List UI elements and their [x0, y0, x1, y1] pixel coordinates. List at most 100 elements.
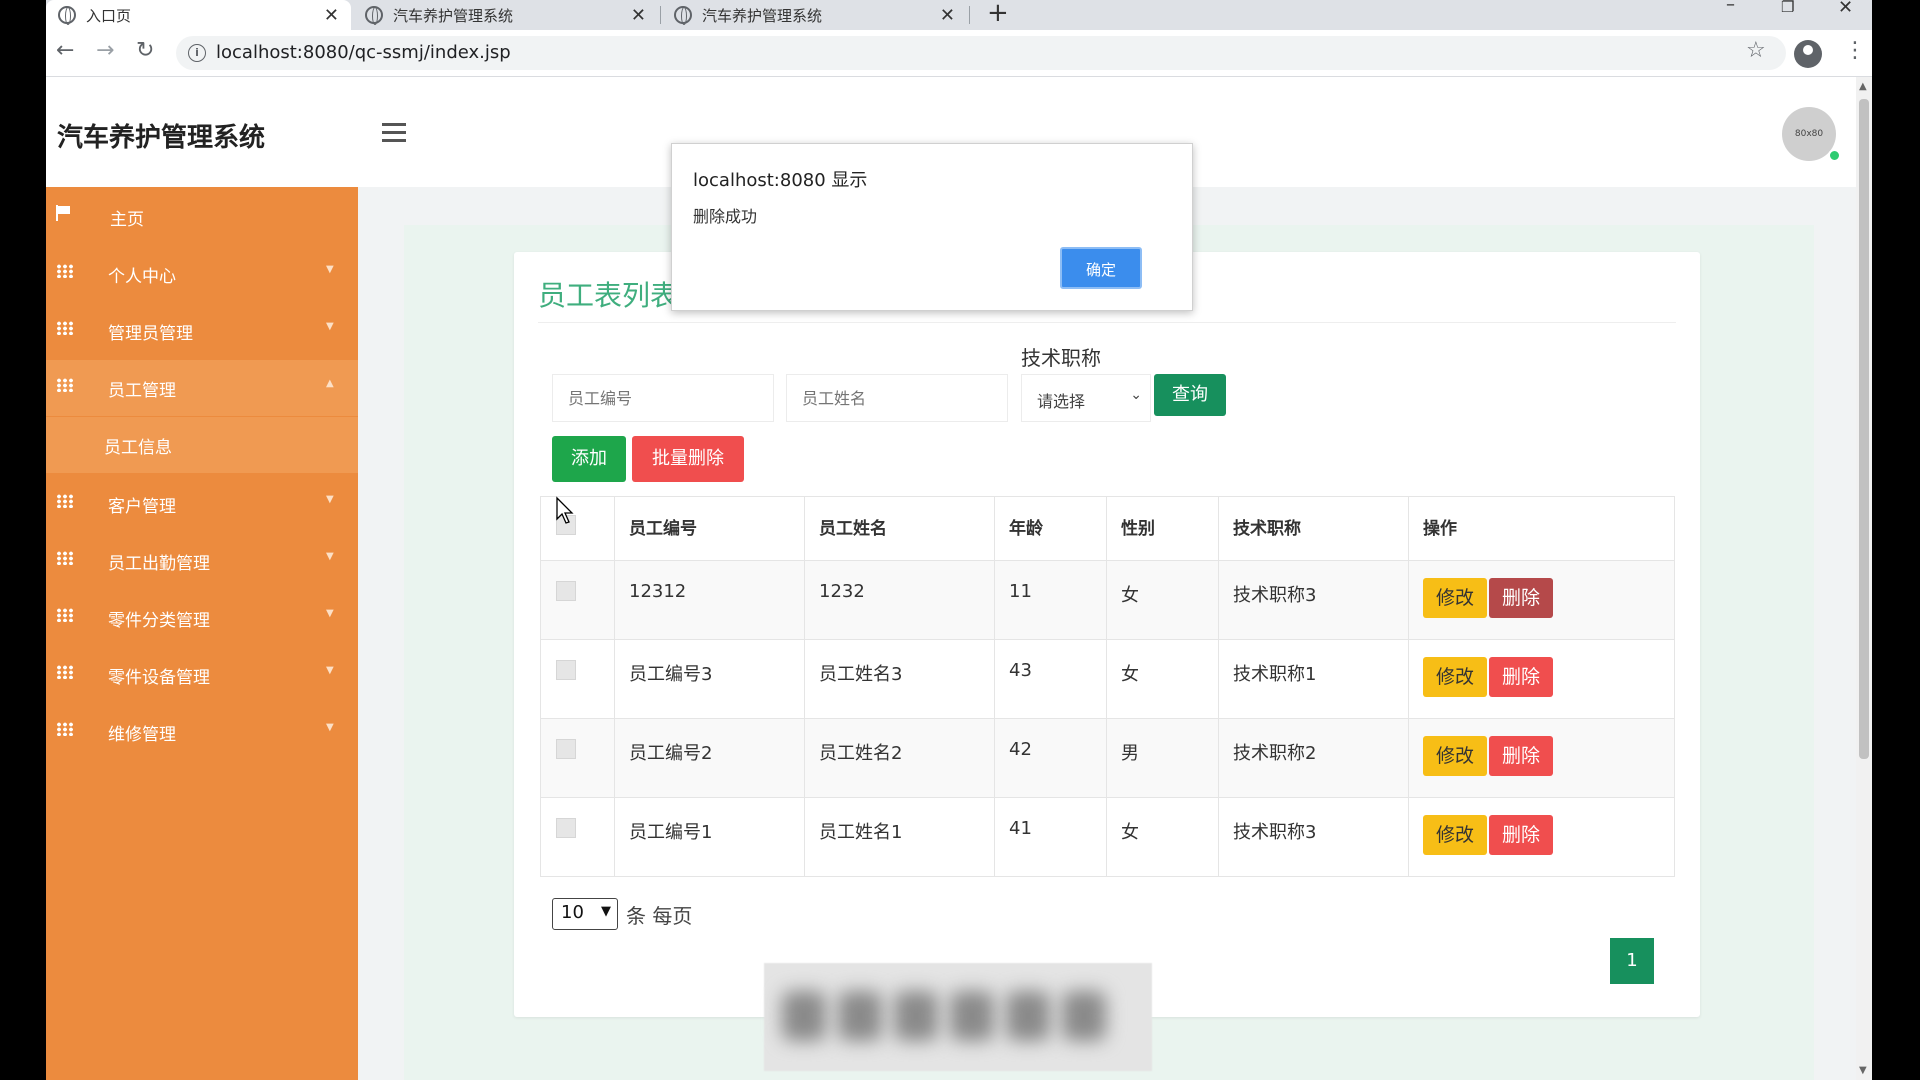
sidebar-item-customer-management[interactable]: 客户管理 ▼ — [46, 476, 358, 532]
sidebar-item-label: 管理员管理 — [108, 324, 193, 344]
grid-icon — [56, 321, 74, 335]
tab-title: 入口页 — [86, 6, 132, 25]
bookmark-star-icon[interactable]: ☆ — [1746, 38, 1766, 63]
close-icon[interactable]: ✕ — [940, 5, 955, 26]
page-number-button[interactable]: 1 — [1610, 938, 1654, 984]
sidebar-item-admin-management[interactable]: 管理员管理 ▼ — [46, 303, 358, 359]
table-cell-id: 员工编号2 — [615, 719, 805, 798]
row-checkbox[interactable] — [556, 581, 576, 601]
delete-button[interactable]: 删除 — [1489, 578, 1553, 618]
table-cell-title: 技术职称2 — [1219, 719, 1409, 798]
window-close-icon[interactable]: ✕ — [1838, 0, 1853, 18]
table-row: 员工编号3 员工姓名3 43 女技术职称1 修改 删除 — [541, 640, 1675, 719]
employee-name-input[interactable] — [786, 374, 1008, 422]
table-cell-name: 员工姓名3 — [805, 640, 995, 719]
grid-icon — [56, 722, 74, 736]
new-tab-icon[interactable]: + — [987, 0, 1009, 28]
table-cell-age: 42 — [995, 719, 1107, 798]
batch-delete-button[interactable]: 批量删除 — [632, 436, 744, 482]
sidebar: 主页 个人中心 ▼ 管理员管理 ▼ 员工管理 ▲ 员工信息 客户管理 ▼ 员工出… — [46, 187, 358, 1080]
sidebar-item-home[interactable]: 主页 — [46, 189, 358, 245]
close-icon[interactable]: ✕ — [324, 5, 339, 26]
row-checkbox[interactable] — [556, 818, 576, 838]
header-cell: 年龄 — [995, 497, 1107, 561]
delete-button[interactable]: 删除 — [1489, 736, 1553, 776]
hamburger-menu-icon[interactable] — [382, 123, 406, 142]
employee-table: 员工编号 员工姓名 年龄 性别 技术职称 操作 12312 1232 11 女技术职称… — [540, 496, 1675, 877]
sidebar-item-label: 零件分类管理 — [108, 611, 210, 631]
edit-button[interactable]: 修改 — [1423, 657, 1487, 697]
edit-button[interactable]: 修改 — [1423, 736, 1487, 776]
browser-toolbar: ← → ↻ i localhost:8080/qc-ssmj/index.jsp — [46, 30, 1872, 77]
browser-tab-3[interactable]: 汽车养护管理系统 ✕ — [662, 0, 967, 30]
restore-icon[interactable]: ❐ — [1781, 0, 1794, 16]
table-row: 员工编号2 员工姓名2 42 男技术职称2 修改 删除 — [541, 719, 1675, 798]
grid-icon — [56, 608, 74, 622]
sidebar-item-personal-center[interactable]: 个人中心 ▼ — [46, 246, 358, 302]
menu-kebab-icon[interactable]: ⋮ — [1844, 38, 1866, 63]
table-cell-id: 12312 — [615, 561, 805, 640]
delete-button[interactable]: 删除 — [1489, 815, 1553, 855]
reload-icon[interactable]: ↻ — [136, 38, 154, 63]
globe-icon — [365, 6, 383, 25]
table-cell-age: 11 — [995, 561, 1107, 640]
alert-message: 删除成功 — [693, 207, 758, 226]
tab-title: 汽车养护管理系统 — [702, 6, 823, 25]
sidebar-item-label: 员工信息 — [104, 438, 172, 458]
page-size-value: 10 — [561, 902, 584, 923]
add-button[interactable]: 添加 — [552, 436, 626, 482]
mouse-cursor-icon — [556, 496, 574, 524]
close-icon[interactable]: ✕ — [631, 5, 646, 26]
profile-icon[interactable] — [1794, 40, 1822, 68]
edit-button[interactable]: 修改 — [1423, 578, 1487, 618]
address-bar[interactable]: i localhost:8080/qc-ssmj/index.jsp — [176, 36, 1786, 70]
page-size-select[interactable]: 10 ▼ — [552, 898, 618, 930]
table-cell-title: 技术职称1 — [1219, 640, 1409, 719]
minimize-icon[interactable]: – — [1726, 0, 1735, 15]
table-cell-id: 员工编号1 — [615, 798, 805, 877]
row-checkbox[interactable] — [556, 660, 576, 680]
grid-icon — [56, 551, 74, 565]
edit-button[interactable]: 修改 — [1423, 815, 1487, 855]
browser-tab-2[interactable]: 汽车养护管理系统 ✕ — [353, 0, 658, 30]
globe-icon — [674, 6, 692, 25]
forward-icon[interactable]: → — [96, 38, 114, 63]
table-cell-id: 员工编号3 — [615, 640, 805, 719]
sidebar-item-repair-management[interactable]: 维修管理 ▼ — [46, 704, 358, 760]
page-scrollbar[interactable]: ▲ ▼ — [1856, 77, 1872, 1080]
sidebar-item-attendance-management[interactable]: 员工出勤管理 ▼ — [46, 533, 358, 589]
chevron-down-icon: ▼ — [601, 904, 611, 919]
sidebar-item-employee-info[interactable]: 员工信息 — [46, 417, 358, 473]
browser-tab-1[interactable]: 入口页 ✕ — [46, 0, 351, 30]
alert-ok-button[interactable]: 确定 — [1060, 247, 1142, 289]
table-row: 员工编号1 员工姓名1 41 女技术职称3 修改 删除 — [541, 798, 1675, 877]
table-cell-gender: 女 — [1107, 640, 1219, 719]
caret-down-icon: ▼ — [326, 494, 334, 505]
table-cell-title: 技术职称3 — [1219, 561, 1409, 640]
query-button[interactable]: 查询 — [1154, 374, 1226, 416]
table-cell-gender: 男 — [1107, 719, 1219, 798]
info-icon[interactable]: i — [188, 44, 206, 62]
row-actions-cell: 修改 删除 — [1409, 561, 1675, 640]
row-checkbox-cell — [541, 561, 615, 640]
scroll-up-icon[interactable]: ▲ — [1859, 81, 1867, 92]
title-select[interactable]: 请选择 ⌄ — [1021, 374, 1151, 422]
browser-window: 入口页 ✕ 汽车养护管理系统 ✕ 汽车养护管理系统 ✕ + – ❐ ✕ ← → … — [46, 0, 1872, 1080]
sidebar-item-employee-management[interactable]: 员工管理 ▲ — [46, 360, 358, 416]
employee-id-input[interactable] — [552, 374, 774, 422]
table-header-row: 员工编号 员工姓名 年龄 性别 技术职称 操作 — [541, 497, 1675, 561]
back-icon[interactable]: ← — [56, 38, 74, 63]
row-actions-cell: 修改 删除 — [1409, 640, 1675, 719]
row-checkbox[interactable] — [556, 739, 576, 759]
chevron-down-icon: ⌄ — [1130, 387, 1142, 403]
delete-button[interactable]: 删除 — [1489, 657, 1553, 697]
sidebar-item-part-equipment-management[interactable]: 零件设备管理 ▼ — [46, 647, 358, 703]
scroll-thumb[interactable] — [1859, 99, 1869, 759]
sidebar-item-part-category-management[interactable]: 零件分类管理 ▼ — [46, 590, 358, 646]
sidebar-item-label: 客户管理 — [108, 497, 176, 517]
row-actions-cell: 修改 删除 — [1409, 798, 1675, 877]
tab-strip: 入口页 ✕ 汽车养护管理系统 ✕ 汽车养护管理系统 ✕ + – ❐ ✕ — [46, 0, 1872, 30]
sidebar-item-label: 个人中心 — [108, 267, 176, 287]
scroll-down-icon[interactable]: ▼ — [1859, 1065, 1867, 1076]
row-checkbox-cell — [541, 719, 615, 798]
